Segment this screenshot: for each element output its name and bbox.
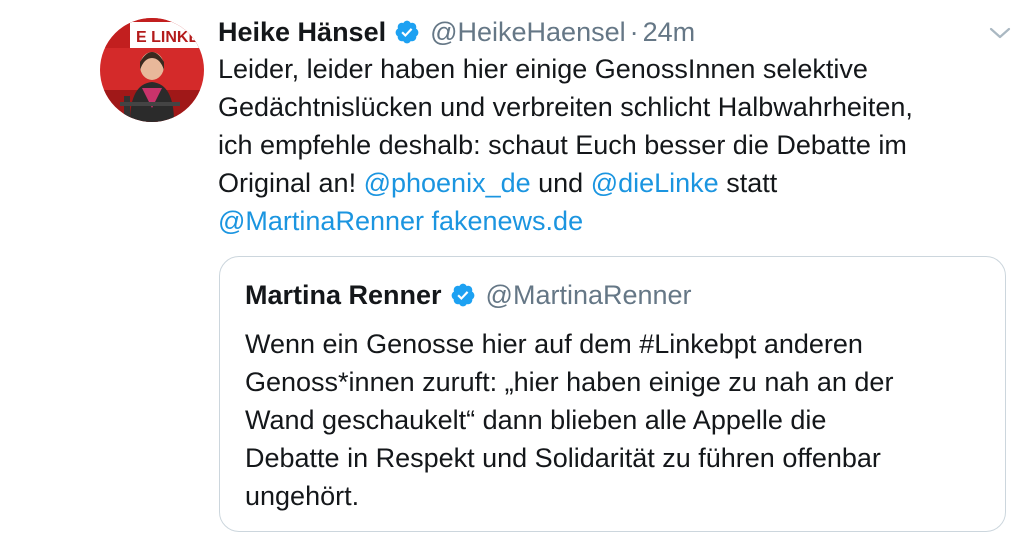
quoted-tweet-text: Wenn ein Genosse hier auf dem #Linkebpt … <box>245 325 985 515</box>
avatar-image: E LINKE. <box>100 18 204 122</box>
verified-badge-icon <box>394 19 420 45</box>
tweet: E LINKE. Heike Hänsel @HeikeHaensel · 24… <box>0 0 1024 544</box>
tweet-text-line: ich empfehle deshalb: schaut Euch besser… <box>218 126 1008 164</box>
timestamp[interactable]: 24m <box>643 17 696 48</box>
tweet-text-line: Original an! @phoenix_de und @dieLinke s… <box>218 164 1008 202</box>
tweet-text-line: Gedächtnislücken und verbreiten schlicht… <box>218 88 1008 126</box>
quoted-tweet-header: Martina Renner @MartinaRenner <box>245 277 692 313</box>
quoted-display-name: Martina Renner <box>245 279 442 310</box>
tweet-text-line: Leider, leider haben hier einige GenossI… <box>218 50 1008 88</box>
chevron-down-icon[interactable] <box>987 22 1013 44</box>
handle[interactable]: @HeikeHaensel <box>430 17 626 48</box>
quoted-handle: @MartinaRenner <box>485 279 692 310</box>
quoted-text-line: ungehört. <box>245 481 360 511</box>
text-run: Gedächtnislücken und verbreiten schlicht… <box>218 92 913 122</box>
text-run: ich empfehle deshalb: schaut Euch besser… <box>218 130 907 160</box>
tweet-text-line: @MartinaRenner fakenews.de <box>218 202 1008 240</box>
text-run: Original an! <box>218 168 364 198</box>
avatar[interactable]: E LINKE. <box>100 18 204 122</box>
mention-dielinke[interactable]: @dieLinke <box>591 168 719 198</box>
quoted-tweet[interactable]: Martina Renner @MartinaRenner Wenn ein G… <box>219 256 1006 532</box>
quoted-text-line: Genoss*innen zuruft: „hier haben einige … <box>245 367 894 397</box>
text-run: Leider, leider haben hier einige GenossI… <box>218 54 868 84</box>
verified-badge-icon <box>450 282 476 308</box>
quoted-text-line: Wand geschaukelt“ dann blieben alle Appe… <box>245 405 827 435</box>
avatar-banner-text: E LINKE. <box>136 29 204 46</box>
display-name[interactable]: Heike Hänsel <box>218 17 386 48</box>
separator-dot: · <box>629 16 639 47</box>
tweet-header: Heike Hänsel @HeikeHaensel · 24m <box>218 14 695 50</box>
text-run: und <box>530 168 591 198</box>
mention-phoenix-de[interactable]: @phoenix_de <box>364 168 531 198</box>
quoted-text-line: Wenn ein Genosse hier auf dem #Linkebpt … <box>245 329 863 359</box>
mention-martinarenner-link[interactable]: @MartinaRenner fakenews.de <box>218 206 583 236</box>
tweet-text: Leider, leider haben hier einige GenossI… <box>218 50 1008 240</box>
quoted-text-line: Debatte in Respekt und Solidarität zu fü… <box>245 443 881 473</box>
text-run: statt <box>718 168 778 198</box>
